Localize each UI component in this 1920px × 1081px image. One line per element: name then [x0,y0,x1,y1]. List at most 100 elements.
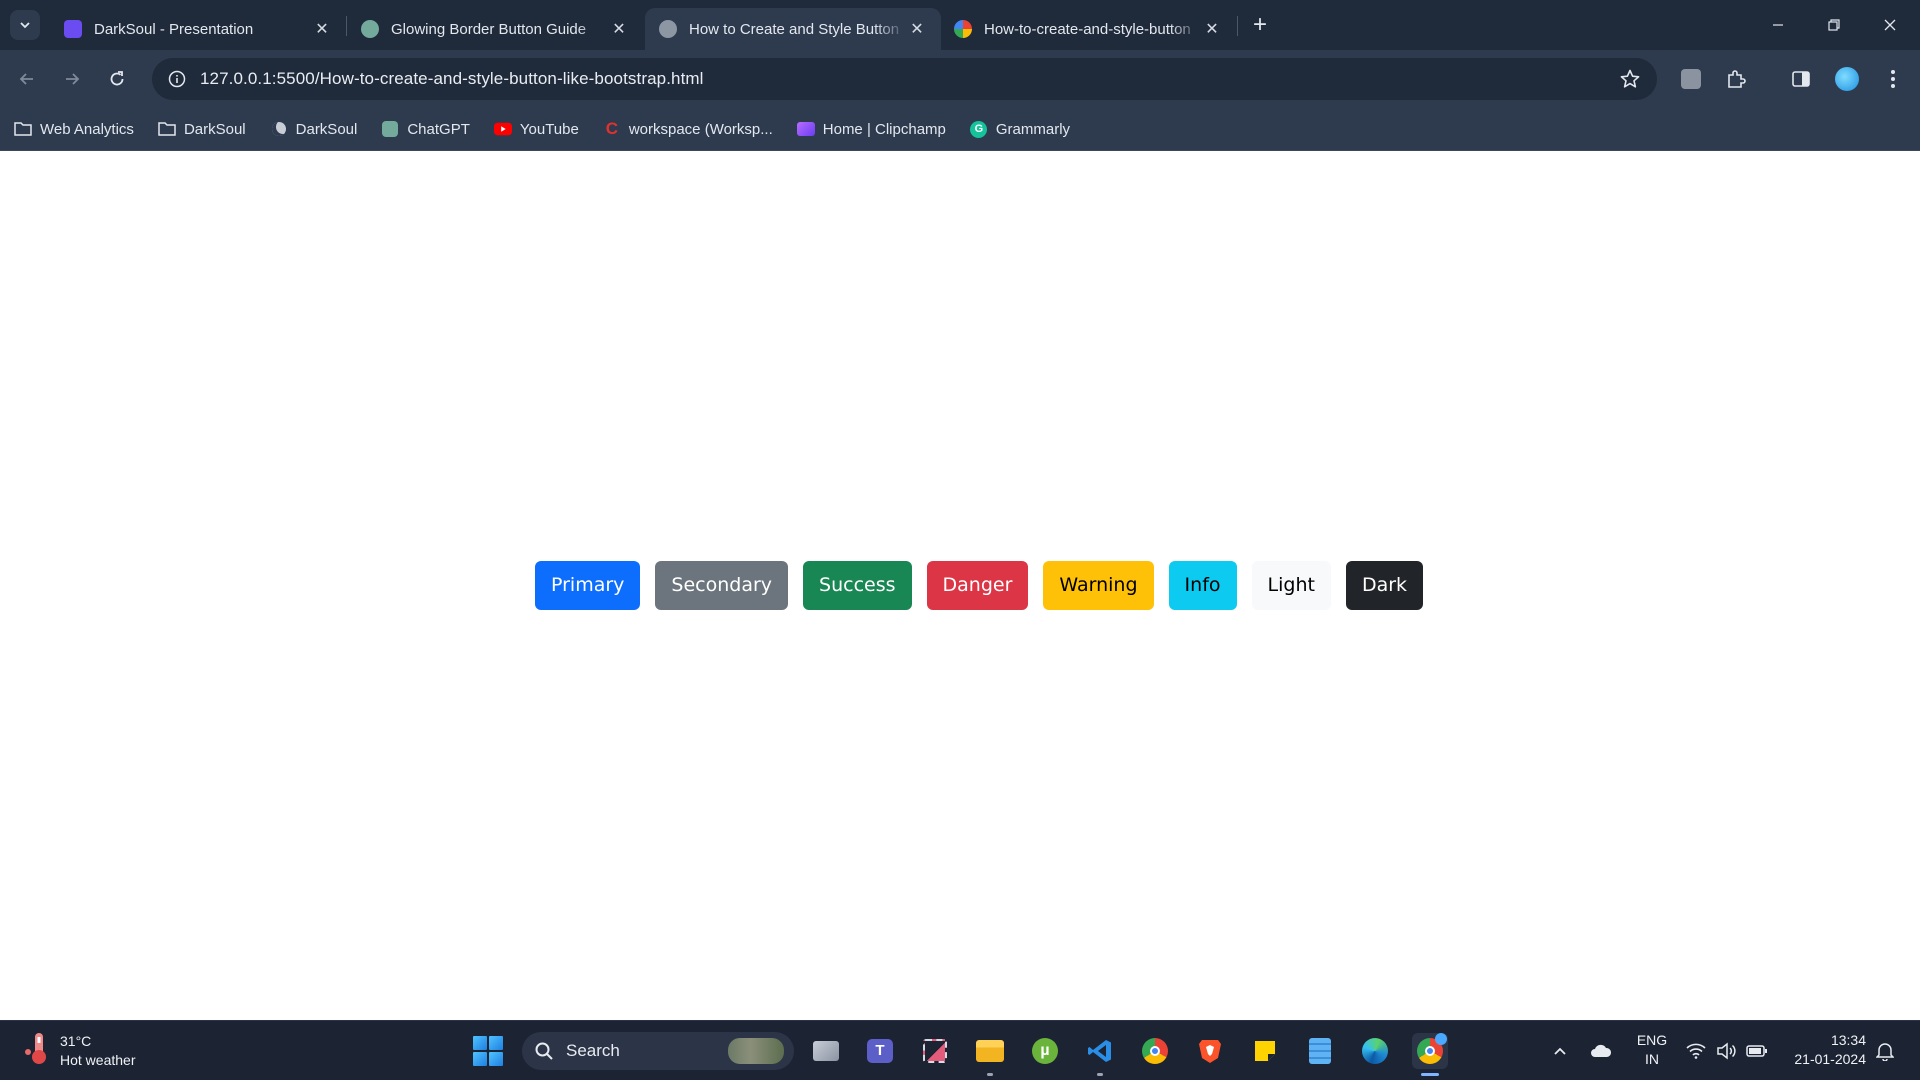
onedrive-icon[interactable] [1590,1021,1612,1081]
close-tab-icon[interactable]: ✕ [312,19,332,39]
btn-info[interactable]: Info [1168,561,1237,610]
chatgpt-favicon [361,20,379,38]
tab-darksoul-presentation[interactable]: DarkSoul - Presentation ✕ [50,8,346,50]
presentation-favicon [64,20,82,38]
restore-icon [1828,19,1840,31]
volume-icon[interactable] [1716,1021,1736,1081]
profile-avatar[interactable] [1832,64,1862,94]
reload-icon [110,71,124,86]
windows-logo-icon [473,1036,487,1050]
extensions-puzzle-icon[interactable] [1721,64,1751,94]
notepad-icon[interactable] [1302,1033,1338,1069]
clipchamp-favicon [796,120,815,138]
tab-how-to-create-style-button[interactable]: How to Create and Style Button ✕ [645,8,941,50]
btn-warning[interactable]: Warning [1043,561,1154,610]
start-button[interactable] [473,1036,503,1066]
weather-temp: 31°C [60,1032,92,1049]
notifications-bell-icon[interactable] [1876,1021,1894,1081]
minimize-button[interactable] [1750,8,1806,42]
vscode-icon[interactable] [1082,1033,1118,1076]
region-code: IN [1645,1051,1659,1067]
minimize-icon [1773,24,1783,26]
youtube-favicon [493,120,512,138]
bookmark-web-analytics[interactable]: Web Analytics [14,120,134,138]
new-tab-button[interactable]: + [1246,12,1274,40]
chevron-up-icon [1554,1047,1566,1055]
bookmark-label: Home | Clipchamp [822,120,946,138]
language-code: ENG [1636,1032,1668,1048]
bookmarks-bar: Web Analytics DarkSoul DarkSoul ChatGPT … [0,108,1920,151]
chrome-icon[interactable] [1137,1033,1173,1069]
close-tab-icon[interactable]: ✕ [609,19,629,39]
bookmark-grammarly[interactable]: G Grammarly [970,120,1070,138]
clock-date: 21-01-2024 [1794,1051,1866,1067]
tab-title: DarkSoul - Presentation [94,20,254,38]
language-indicator[interactable]: ENG IN [1632,1031,1672,1069]
google-favicon [954,20,972,38]
tab-title: How to Create and Style Button [689,20,900,38]
address-bar[interactable]: 127.0.0.1:5500/How-to-create-and-style-b… [152,58,1657,100]
tab-google-search[interactable]: How-to-create-and-style-button ✕ [940,8,1236,50]
bookmark-darksoul-folder[interactable]: DarkSoul [158,120,246,138]
restore-button[interactable] [1806,8,1862,42]
bookmark-chatgpt[interactable]: ChatGPT [381,120,470,138]
battery-icon[interactable] [1746,1021,1768,1081]
bookmark-label: YouTube [519,120,579,138]
tab-search-button[interactable] [10,10,40,40]
bookmark-star-icon[interactable] [1619,68,1641,95]
tab-glowing-border[interactable]: Glowing Border Button Guide ✕ [347,8,643,50]
bookmark-label: DarkSoul [183,120,246,138]
utorrent-icon[interactable]: µ [1027,1033,1063,1069]
btn-danger[interactable]: Danger [926,561,1029,610]
search-label: Search [566,1041,620,1060]
forward-button[interactable] [57,64,87,94]
browser-toolbar: 127.0.0.1:5500/How-to-create-and-style-b… [0,50,1920,108]
back-button[interactable] [12,64,42,94]
snipping-tool-icon[interactable] [917,1033,953,1069]
close-tab-icon[interactable]: ✕ [907,19,927,39]
site-info-icon[interactable] [164,66,190,92]
teams-icon[interactable]: T [862,1033,898,1069]
tab-title: Glowing Border Button Guide [391,20,587,38]
bookmark-label: ChatGPT [407,120,470,138]
file-explorer-icon[interactable] [972,1033,1008,1076]
bookmark-clipchamp[interactable]: Home | Clipchamp [796,120,946,138]
bookmark-workspace[interactable]: C workspace (Worksp... [603,120,773,138]
weather-widget[interactable]: 31°C Hot weather [22,1030,135,1071]
extension-profile-icon[interactable] [1676,64,1706,94]
search-icon [535,1042,553,1060]
thermometer-icon [22,1030,52,1071]
wifi-icon[interactable] [1686,1021,1706,1081]
page-viewport: Primary Secondary Success Danger Warning Info… [0,151,1920,1020]
close-tab-icon[interactable]: ✕ [1202,19,1222,39]
brave-icon[interactable] [1192,1033,1228,1069]
close-window-button[interactable] [1862,8,1918,42]
bookmark-label: workspace (Worksp... [628,120,773,138]
show-hidden-icons[interactable] [1552,1021,1568,1081]
side-panel-icon[interactable] [1786,64,1816,94]
tab-title: How-to-create-and-style-button [984,20,1191,38]
btn-primary[interactable]: Primary [535,561,641,610]
clock-time: 13:34 [1830,1032,1866,1048]
codepen-favicon: C [605,119,618,138]
url-text: 127.0.0.1:5500/How-to-create-and-style-b… [200,69,704,88]
edge-icon[interactable] [1357,1033,1393,1069]
task-view-icon[interactable] [808,1033,844,1069]
close-icon [1884,19,1896,31]
bookmark-darksoul[interactable]: DarkSoul [270,120,357,138]
folder-icon [14,120,32,138]
btn-secondary[interactable]: Secondary [655,561,789,610]
bookmark-youtube[interactable]: YouTube [493,120,579,138]
btn-success[interactable]: Success [803,561,912,610]
reload-button[interactable] [102,64,132,94]
btn-dark[interactable]: Dark [1345,561,1424,610]
chrome-profile-icon[interactable] [1412,1033,1448,1076]
search-highlight-image [728,1038,784,1064]
tab-strip: DarkSoul - Presentation ✕ Glowing Border… [0,0,1920,50]
bookmark-label: Web Analytics [40,120,134,138]
kebab-menu-icon[interactable] [1878,64,1908,94]
system-clock[interactable]: 13:34 21-01-2024 [1782,1031,1866,1069]
btn-light[interactable]: Light [1251,561,1331,610]
taskbar-search[interactable]: Search [522,1032,794,1070]
sticky-notes-icon[interactable] [1247,1033,1283,1069]
